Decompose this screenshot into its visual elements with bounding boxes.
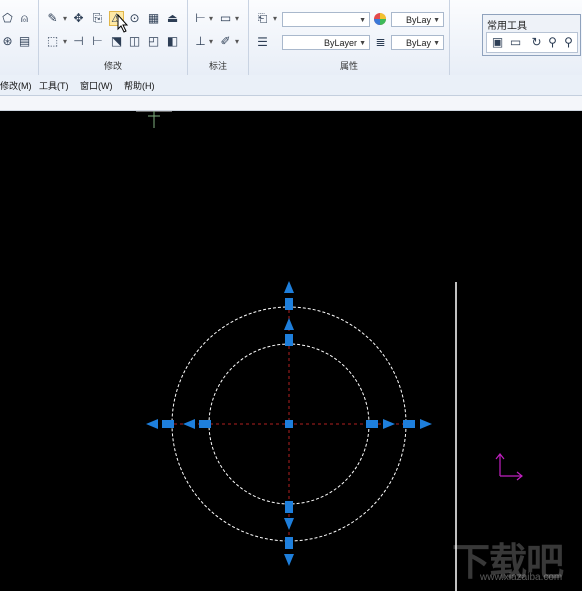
ribbon-group-properties: ⎗ ▾ ▼ ByLay ▼ ☰ ByLayer ▼ ≣ ByLay ▼ 属性 bbox=[249, 0, 450, 75]
chevron-down-icon: ▼ bbox=[433, 40, 440, 47]
explode-icon[interactable]: ◧ bbox=[165, 34, 180, 49]
linetype-select-value: ByLayer bbox=[323, 38, 357, 48]
extend-icon[interactable]: ⊢ bbox=[90, 34, 105, 49]
zoom-window-icon[interactable]: ⚲ bbox=[561, 35, 576, 50]
layer-tool-icon[interactable]: ▭ bbox=[508, 35, 523, 50]
chevron-down-icon[interactable]: ▾ bbox=[235, 37, 239, 46]
layer-select[interactable]: ▼ bbox=[282, 12, 370, 27]
color-select-value: ByLay bbox=[405, 15, 431, 25]
hatch-icon[interactable]: ⊛ bbox=[0, 34, 15, 49]
ribbon-group-annotate-title: 标注 bbox=[208, 61, 227, 71]
menu-bar: 修改(M) 工具(T) 窗口(W) 帮助(H) bbox=[0, 75, 582, 96]
zoom-icon[interactable]: ⚲ bbox=[545, 35, 560, 50]
outer-left-grip[interactable] bbox=[162, 420, 174, 428]
inner-top-grip[interactable] bbox=[285, 334, 293, 346]
chevron-down-icon[interactable]: ▾ bbox=[63, 37, 67, 46]
ordinate-dimension-icon[interactable]: ⊥ bbox=[193, 34, 208, 49]
leader-icon[interactable]: ✐ bbox=[218, 34, 233, 49]
chevron-down-icon[interactable]: ▾ bbox=[273, 14, 277, 23]
scale-icon[interactable]: ⬔ bbox=[109, 34, 124, 49]
menu-help[interactable]: 帮助(H) bbox=[124, 79, 155, 92]
mouse-cursor-icon bbox=[117, 14, 129, 33]
chevron-down-icon: ▼ bbox=[433, 17, 440, 24]
ribbon-group-modify: ✎ ▾ ✥ ⎘ ⚠ ⊙ ▦ ⏏ ⬚ ▾ ⊣ ⊢ ⬔ ◫ ◰ ◧ 修改 bbox=[39, 0, 188, 75]
center-grip[interactable] bbox=[285, 420, 293, 428]
color-wheel-icon[interactable] bbox=[373, 12, 387, 26]
text-style-icon[interactable]: ▭ bbox=[218, 11, 233, 26]
polygon-icon[interactable]: ⬠ bbox=[0, 11, 15, 26]
common-tools-panel: 常用工具 ▣ ▭ ↻ ⚲ ⚲ bbox=[482, 14, 581, 56]
outer-bottom-grip[interactable] bbox=[285, 537, 293, 549]
chevron-down-icon: ▼ bbox=[359, 17, 366, 24]
linetype-select[interactable]: ByLayer ▼ bbox=[282, 35, 370, 50]
outer-top-grip[interactable] bbox=[285, 298, 293, 310]
chevron-down-icon[interactable]: ▾ bbox=[209, 37, 213, 46]
erase-icon[interactable]: ✎ bbox=[45, 11, 60, 26]
user-icon[interactable]: ⍝ bbox=[17, 11, 32, 26]
outer-right-grip[interactable] bbox=[403, 420, 415, 428]
chevron-down-icon[interactable]: ▾ bbox=[235, 14, 239, 23]
pan-icon[interactable]: ↻ bbox=[529, 35, 544, 50]
menu-tools[interactable]: 工具(T) bbox=[39, 79, 69, 92]
inner-left-grip[interactable] bbox=[199, 420, 211, 428]
lineweight-icon[interactable]: ☰ bbox=[255, 35, 270, 50]
ribbon-group-modify-title: 修改 bbox=[103, 61, 122, 71]
rotate-icon[interactable]: ⊙ bbox=[127, 11, 142, 26]
linetype-scale-icon[interactable]: ≣ bbox=[373, 35, 388, 50]
ribbon-group-annotate: ⊢ ▾ ▭ ▾ ⊥ ▾ ✐ ▾ 标注 bbox=[188, 0, 249, 75]
lineweight-select-value: ByLay bbox=[405, 38, 431, 48]
drawing-tab-strip bbox=[0, 96, 582, 111]
offset-icon[interactable]: ⏏ bbox=[165, 11, 180, 26]
lineweight-select[interactable]: ByLay ▼ bbox=[391, 35, 444, 50]
properties-icon[interactable]: ▣ bbox=[490, 35, 505, 50]
rectangle-icon[interactable]: ⬚ bbox=[45, 34, 60, 49]
chevron-down-icon[interactable]: ▾ bbox=[209, 14, 213, 23]
drawing-canvas[interactable] bbox=[0, 111, 582, 591]
trim-icon[interactable]: ⊣ bbox=[71, 34, 86, 49]
copy-icon[interactable]: ⎘ bbox=[90, 11, 105, 26]
common-tools-title: 常用工具 bbox=[487, 21, 527, 32]
menu-window[interactable]: 窗口(W) bbox=[80, 79, 113, 92]
color-select[interactable]: ByLay ▼ bbox=[391, 12, 444, 27]
table-icon[interactable]: ▤ bbox=[17, 34, 32, 49]
ribbon-group-draw: ⬠ ⍝ ⊛ ▤ bbox=[0, 0, 39, 75]
move-icon[interactable]: ✥ bbox=[71, 11, 86, 26]
chevron-down-icon: ▼ bbox=[359, 40, 366, 47]
inner-right-grip[interactable] bbox=[366, 420, 378, 428]
chevron-down-icon[interactable]: ▾ bbox=[63, 14, 67, 23]
ribbon-group-properties-title: 属性 bbox=[339, 61, 358, 71]
inner-bottom-grip[interactable] bbox=[285, 501, 293, 513]
array-icon[interactable]: ▦ bbox=[146, 11, 161, 26]
ribbon: ⬠ ⍝ ⊛ ▤ ✎ ▾ ✥ ⎘ ⚠ ⊙ ▦ ⏏ ⬚ ▾ ⊣ ⊢ ⬔ ◫ ◰ ◧ … bbox=[0, 0, 582, 76]
menu-modify[interactable]: 修改(M) bbox=[0, 79, 32, 92]
match-properties-icon[interactable]: ⎗ bbox=[255, 11, 270, 26]
fillet-icon[interactable]: ◰ bbox=[146, 34, 161, 49]
stretch-icon[interactable]: ◫ bbox=[127, 34, 142, 49]
linear-dimension-icon[interactable]: ⊢ bbox=[193, 11, 208, 26]
common-tools-bar: ▣ ▭ ↻ ⚲ ⚲ bbox=[486, 32, 578, 53]
watermark-url: www.xiazaiba.com bbox=[480, 572, 563, 583]
